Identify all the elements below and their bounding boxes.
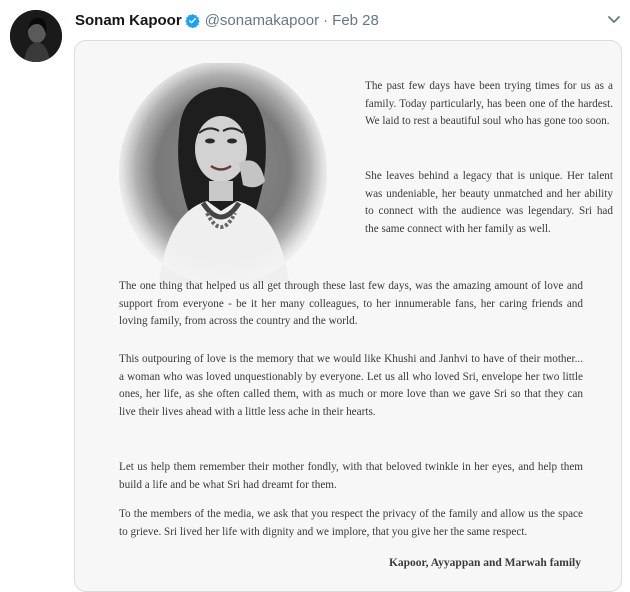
letter-paragraph: The one thing that helped us all get thr… xyxy=(119,280,583,328)
letter-signature: Kapoor, Ayyappan and Marwah family xyxy=(388,557,581,569)
letter-image: The past few days have been trying times… xyxy=(75,41,621,591)
letter-paragraph: Let us help them remember their mother f… xyxy=(119,461,583,491)
portrait-photo xyxy=(119,63,327,283)
tweet-header: Sonam Kapoor @sonamakapoor · Feb 28 xyxy=(75,10,379,30)
author-handle[interactable]: @sonamakapoor xyxy=(205,12,319,29)
separator-dot: · xyxy=(323,11,329,29)
chevron-down-icon[interactable] xyxy=(605,10,623,28)
avatar[interactable] xyxy=(10,10,62,62)
letter-paragraph: To the members of the media, we ask that… xyxy=(119,508,583,538)
letter-paragraph: This outpouring of love is the memory th… xyxy=(119,353,583,418)
letter-paragraph: The past few days have been trying times… xyxy=(365,80,613,128)
attached-image-card[interactable]: The past few days have been trying times… xyxy=(74,40,622,592)
letter-paragraph: She leaves behind a legacy that is uniqu… xyxy=(365,170,613,235)
author-name[interactable]: Sonam Kapoor xyxy=(75,12,182,29)
tweet-date[interactable]: Feb 28 xyxy=(332,12,379,29)
verified-badge-icon xyxy=(185,13,200,28)
